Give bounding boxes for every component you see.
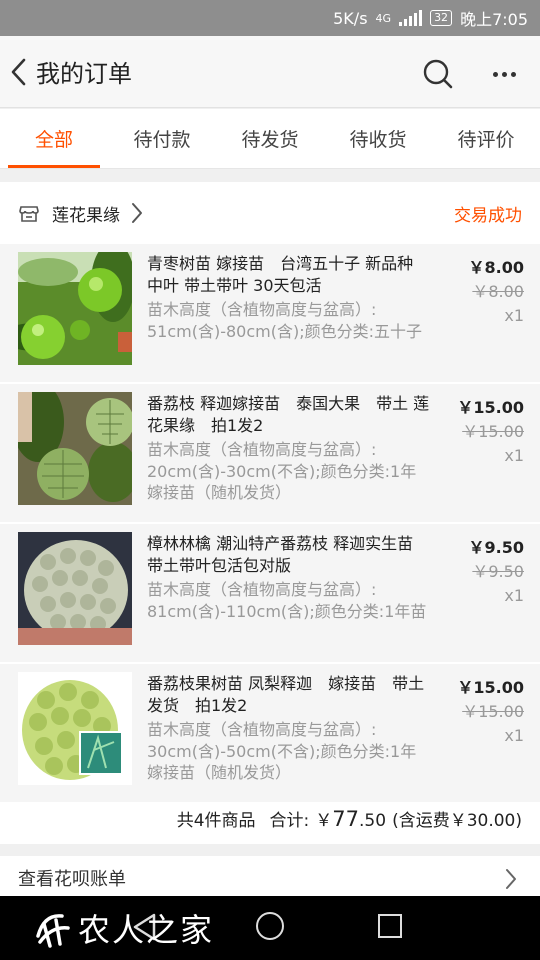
product-spec: 苗木高度（含植物高度与盆高）: 81cm(含)-110cm(含);颜色分类:1年… (147, 580, 427, 621)
product-price: ￥8.00 (468, 258, 524, 277)
product-title: 樟林林檎 潮汕特产番荔枝 释迦实生苗 带土带叶包活包对版 (147, 534, 414, 575)
total-amount: ￥77.50 (315, 806, 386, 831)
more-button[interactable] (486, 56, 522, 92)
product-original-price: ￥15.00 (462, 702, 524, 721)
back-button[interactable] (0, 36, 36, 108)
product-price: ￥9.50 (468, 538, 524, 557)
product-spec: 苗木高度（含植物高度与盆高）: 30cm(含)-50cm(不含);颜色分类:1年… (147, 720, 417, 782)
product-image (18, 672, 132, 785)
clock: 晚上7:05 (460, 10, 528, 29)
chevron-right-icon (506, 869, 516, 889)
order-item[interactable]: 番荔枝 释迦嫁接苗 泰国大果 带土 莲花果缘 拍1发2 苗木高度（含植物高度与盆… (0, 384, 540, 522)
product-image (18, 532, 132, 645)
tab-pending-review[interactable]: 待评价 (432, 109, 540, 168)
battery-icon: 32 (430, 10, 453, 26)
status-bar: 5K/s 4G 32 晚上7:05 (0, 0, 540, 36)
watermark-text: 农人之家 (78, 911, 215, 949)
system-nav-bar: 农人之家 (0, 896, 540, 960)
tab-pending-shipment[interactable]: 待发货 (216, 109, 324, 168)
shipping-fee: (含运费￥30.00) (392, 810, 522, 831)
signal-icon (399, 10, 423, 26)
more-dots-icon (492, 71, 498, 77)
total-decimal: .50 (359, 810, 387, 831)
app-header: 我的订单 (0, 36, 540, 108)
page-title: 我的订单 (36, 60, 132, 88)
watermark-logo-icon (36, 914, 70, 948)
product-image (18, 252, 132, 365)
product-title: 番荔枝果树苗 凤梨释迦 嫁接苗 带土发货 拍1发2 (147, 674, 425, 715)
shop-icon (19, 206, 39, 222)
product-image (18, 392, 132, 505)
total-label: 合计: (269, 810, 310, 831)
product-title: 番荔枝 释迦嫁接苗 泰国大果 带土 莲花果缘 拍1发2 (147, 394, 430, 435)
nav-home-button[interactable] (256, 912, 284, 940)
nav-recent-button[interactable] (378, 914, 402, 938)
product-original-price: ￥8.00 (472, 282, 524, 301)
bill-link-label: 查看花呗账单 (18, 869, 126, 890)
shop-header[interactable]: 莲花果缘 交易成功 (0, 182, 540, 244)
product-title: 青枣树苗 嫁接苗 台湾五十子 新品种 中叶 带土带叶 30天包活 (147, 254, 414, 295)
search-button[interactable] (420, 56, 456, 92)
item-count: 共4件商品 (176, 810, 256, 831)
product-original-price: ￥9.50 (472, 562, 524, 581)
currency-symbol: ￥ (315, 810, 333, 831)
order-card[interactable]: 莲花果缘 交易成功 青枣树苗 嫁接苗 台湾五十子 新品种 中叶 带土带叶 30天… (0, 182, 540, 844)
network-speed: 5K/s (333, 8, 368, 28)
product-price: ￥15.00 (457, 678, 524, 697)
order-item[interactable]: 樟林林檎 潮汕特产番荔枝 释迦实生苗 带土带叶包活包对版 苗木高度（含植物高度与… (0, 524, 540, 662)
order-status: 交易成功 (454, 205, 522, 226)
watermark: 农人之家 (30, 896, 214, 960)
tab-all[interactable]: 全部 (0, 109, 108, 168)
order-item[interactable]: 青枣树苗 嫁接苗 台湾五十子 新品种 中叶 带土带叶 30天包活 苗木高度（含植… (0, 244, 540, 382)
total-integer: 77 (332, 806, 360, 831)
search-icon (423, 59, 453, 89)
product-quantity: x1 (504, 446, 524, 465)
order-summary: 共4件商品 合计: ￥77.50 (含运费￥30.00) (0, 792, 540, 844)
product-original-price: ￥15.00 (462, 422, 524, 441)
order-tabs: 全部 待付款 待发货 待收货 待评价 (0, 109, 540, 169)
chevron-left-icon (11, 58, 26, 85)
product-quantity: x1 (504, 306, 524, 325)
chevron-right-icon (132, 203, 142, 223)
product-spec: 苗木高度（含植物高度与盆高）: 20cm(含)-30cm(不含);颜色分类:1年… (147, 440, 417, 502)
shop-name: 莲花果缘 (52, 205, 120, 226)
product-quantity: x1 (504, 726, 524, 745)
product-price: ￥15.00 (457, 398, 524, 417)
product-spec: 苗木高度（含植物高度与盆高）: 51cm(含)-80cm(含);颜色分类:五十子 (147, 300, 423, 341)
tab-pending-receipt[interactable]: 待收货 (324, 109, 432, 168)
huabei-bill-link[interactable]: 查看花呗账单 (0, 856, 540, 900)
network-type: 4G (375, 11, 392, 25)
product-quantity: x1 (504, 586, 524, 605)
order-item[interactable]: 番荔枝果树苗 凤梨释迦 嫁接苗 带土发货 拍1发2 苗木高度（含植物高度与盆高）… (0, 664, 540, 802)
tab-pending-payment[interactable]: 待付款 (108, 109, 216, 168)
